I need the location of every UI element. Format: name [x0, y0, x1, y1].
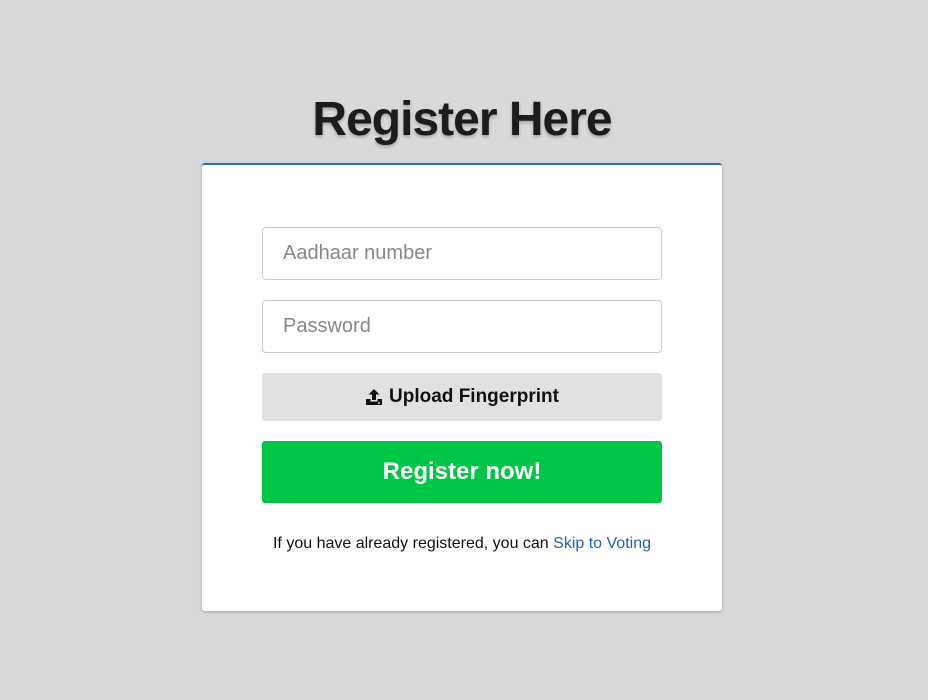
upload-icon — [365, 388, 383, 406]
already-registered-text: If you have already registered, you can … — [202, 535, 722, 553]
register-card: Upload Fingerprint Register now! If you … — [202, 163, 722, 611]
aadhaar-number-input[interactable] — [262, 227, 662, 280]
footer-message: If you have already registered, you can — [272, 535, 554, 552]
password-input[interactable] — [262, 300, 662, 353]
upload-fingerprint-label: Upload Fingerprint — [389, 386, 559, 407]
upload-fingerprint-button[interactable]: Upload Fingerprint — [262, 373, 662, 421]
page-title: Register Here — [312, 93, 612, 146]
skip-to-voting-link[interactable]: Skip to Voting — [553, 535, 651, 552]
register-now-button[interactable]: Register now! — [262, 441, 662, 503]
